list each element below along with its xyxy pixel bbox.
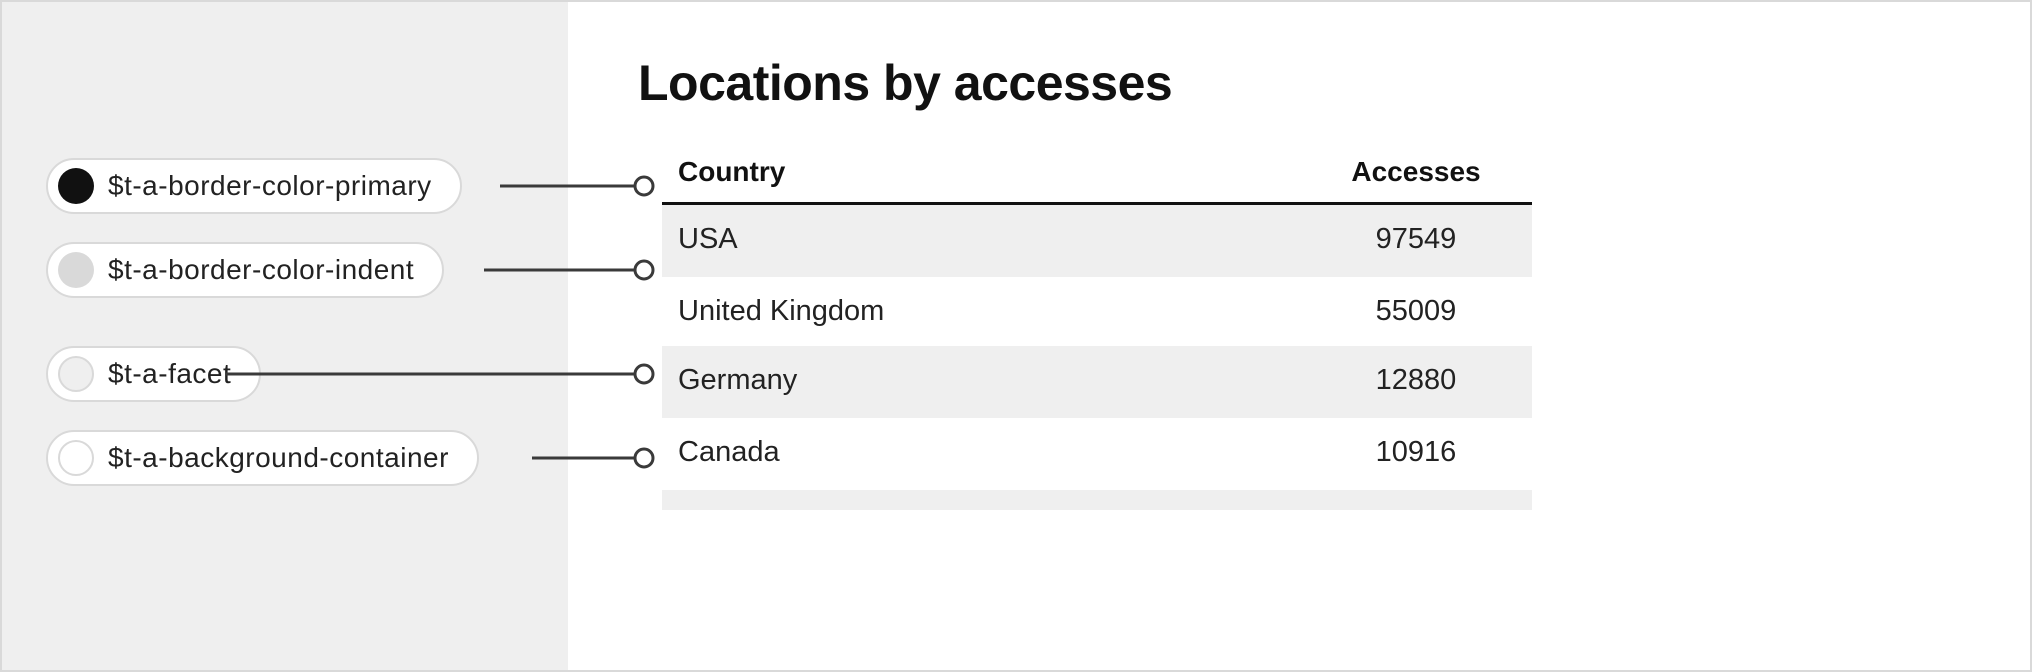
column-header-accesses: Accesses bbox=[1316, 156, 1516, 188]
column-header-country: Country bbox=[678, 156, 1316, 188]
cell-country: United Kingdom bbox=[678, 295, 1316, 328]
token-chip-background-container: $t-a-background-container bbox=[46, 430, 479, 486]
cell-accesses: 10916 bbox=[1316, 436, 1516, 469]
color-swatch-icon bbox=[58, 356, 94, 392]
table-row: Germany 12880 bbox=[662, 346, 1532, 415]
color-swatch-icon bbox=[58, 168, 94, 204]
table-row: Canada 10916 bbox=[662, 418, 1532, 487]
token-chip-border-color-indent: $t-a-border-color-indent bbox=[46, 242, 444, 298]
data-table: Country Accesses USA 97549 United Kingdo… bbox=[662, 146, 1532, 510]
page-title: Locations by accesses bbox=[638, 54, 2030, 112]
token-label: $t-a-border-color-indent bbox=[108, 254, 414, 286]
table-row: United Kingdom 55009 bbox=[662, 277, 1532, 346]
token-label: $t-a-border-color-primary bbox=[108, 170, 432, 202]
sidebar-panel bbox=[2, 2, 568, 670]
cell-accesses: 55009 bbox=[1316, 295, 1516, 328]
cell-country: Canada bbox=[678, 436, 1316, 469]
token-chip-facet: $t-a-facet bbox=[46, 346, 261, 402]
cell-country: USA bbox=[678, 223, 1316, 256]
table-row: USA 97549 bbox=[662, 205, 1532, 274]
content-panel: Locations by accesses Country Accesses U… bbox=[568, 2, 2030, 670]
truncated-row-indicator bbox=[662, 490, 1532, 510]
cell-accesses: 12880 bbox=[1316, 364, 1516, 397]
color-swatch-icon bbox=[58, 440, 94, 476]
diagram-frame: Locations by accesses Country Accesses U… bbox=[0, 0, 2032, 672]
table-header-row: Country Accesses bbox=[662, 146, 1532, 205]
color-swatch-icon bbox=[58, 252, 94, 288]
cell-country: Germany bbox=[678, 364, 1316, 397]
token-label: $t-a-background-container bbox=[108, 442, 449, 474]
token-chip-border-color-primary: $t-a-border-color-primary bbox=[46, 158, 462, 214]
token-label: $t-a-facet bbox=[108, 358, 231, 390]
cell-accesses: 97549 bbox=[1316, 223, 1516, 256]
